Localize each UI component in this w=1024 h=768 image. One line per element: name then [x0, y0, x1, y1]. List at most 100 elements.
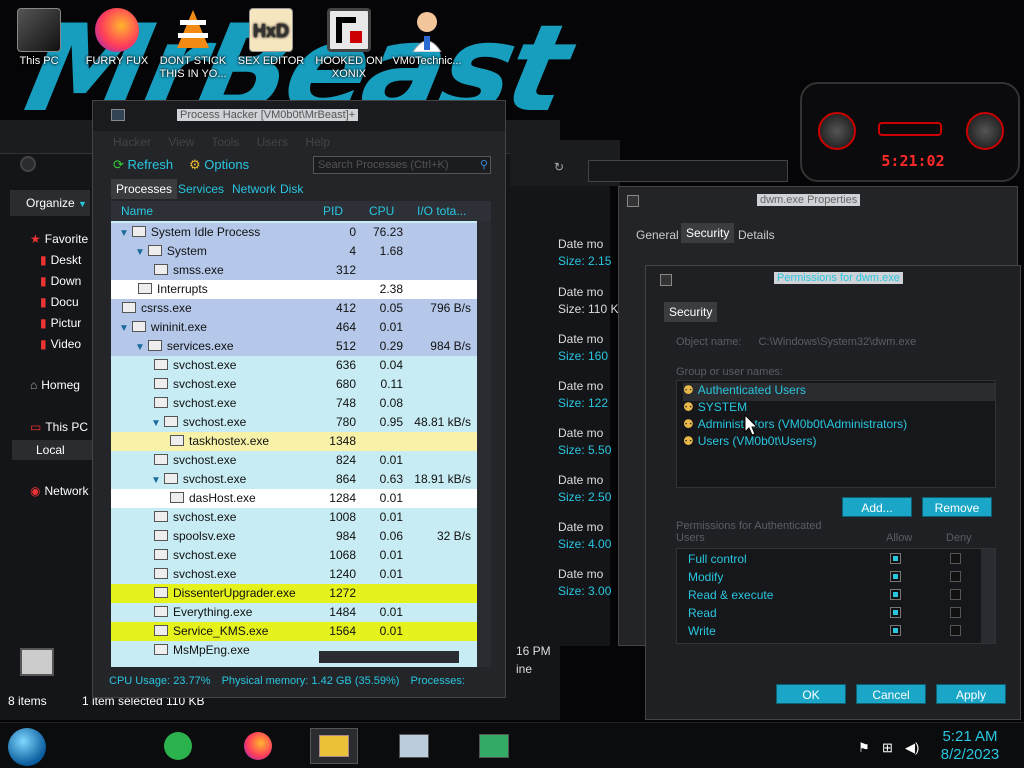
menu-help[interactable]: Help [305, 135, 330, 149]
expand-icon[interactable]: ▼ [119, 224, 129, 243]
tab-security[interactable]: Security [664, 302, 718, 322]
process-row[interactable]: DissenterUpgrader.exe 1272 [111, 584, 477, 603]
user-item[interactable]: ⚉ SYSTEM [683, 400, 747, 414]
user-item[interactable]: ⚉ Administrators (VM0b0t\Administrators) [683, 417, 907, 431]
nav-item-downloads[interactable]: ▮ Down [40, 274, 81, 288]
options-button[interactable]: ⚙ Options [189, 157, 249, 173]
deny-checkbox[interactable] [950, 607, 961, 618]
tab-details[interactable]: Details [733, 225, 780, 245]
tab-processes[interactable]: Processes [111, 179, 178, 199]
desktop-icon-vlc[interactable]: DONT STICK THIS IN YO... [158, 6, 228, 81]
process-row[interactable]: ▼ wininit.exe 464 0.01 [111, 318, 477, 337]
column-pid[interactable]: PID [323, 201, 343, 221]
back-icon[interactable] [20, 156, 36, 172]
remove-button[interactable]: Remove [922, 497, 992, 517]
refresh-icon[interactable]: ↻ [554, 160, 568, 174]
nav-item-local-disk[interactable]: Local [12, 440, 96, 460]
column-name[interactable]: Name [121, 201, 153, 221]
tab-general[interactable]: General [631, 225, 684, 245]
process-row[interactable]: Interrupts 2.38 [111, 280, 477, 299]
allow-checkbox[interactable] [890, 571, 901, 582]
process-row[interactable]: ▼ svchost.exe 780 0.95 48.81 kB/s [111, 413, 477, 432]
desktop-icon-xonix[interactable]: HOOKED ON XONIX [314, 6, 384, 81]
apply-button[interactable]: Apply [936, 684, 1006, 704]
allow-checkbox[interactable] [890, 625, 901, 636]
expand-icon[interactable]: ▼ [151, 471, 161, 490]
tab-disk[interactable]: Disk [275, 179, 308, 199]
process-row[interactable]: csrss.exe 412 0.05 796 B/s [111, 299, 477, 318]
deny-checkbox[interactable] [950, 625, 961, 636]
desktop-icon-hxd[interactable]: HxD SEX EDITOR [236, 6, 306, 68]
tab-security[interactable]: Security [681, 223, 735, 243]
menu-tools[interactable]: Tools [211, 135, 239, 149]
allow-checkbox[interactable] [890, 553, 901, 564]
taskbar-process-hacker[interactable] [390, 728, 438, 764]
add-button[interactable]: Add... [842, 497, 912, 517]
start-button[interactable] [8, 728, 46, 766]
menu-hacker[interactable]: Hacker [113, 135, 151, 149]
process-row[interactable]: smss.exe 312 [111, 261, 477, 280]
desktop-icon-this-pc[interactable]: This PC [4, 6, 74, 68]
process-row[interactable]: taskhostex.exe 1348 [111, 432, 477, 451]
explorer-search-input[interactable] [588, 160, 788, 182]
process-row[interactable]: svchost.exe 1068 0.01 [111, 546, 477, 565]
process-row[interactable]: svchost.exe 680 0.11 [111, 375, 477, 394]
desktop-icon-firefox[interactable]: FURRY FUX [82, 6, 152, 68]
process-pid: 1240 [329, 567, 356, 581]
process-row[interactable]: svchost.exe 1240 0.01 [111, 565, 477, 584]
process-row[interactable]: ▼ System Idle Process 0 76.23 [111, 223, 477, 242]
process-row[interactable]: dasHost.exe 1284 0.01 [111, 489, 477, 508]
allow-checkbox[interactable] [890, 589, 901, 600]
expand-icon[interactable]: ▼ [119, 319, 129, 338]
column-io[interactable]: I/O tota... [417, 201, 466, 221]
nav-item-pictures[interactable]: ▮ Pictur [40, 316, 81, 330]
nav-item-desktop[interactable]: ▮ Deskt [40, 253, 81, 267]
process-row[interactable]: svchost.exe 1008 0.01 [111, 508, 477, 527]
taskbar-firefox[interactable] [238, 730, 278, 762]
nav-item-homegroup[interactable]: ⌂ Homeg [30, 378, 80, 392]
nav-item-documents[interactable]: ▮ Docu [40, 295, 79, 309]
process-row[interactable]: spoolsv.exe 984 0.06 32 B/s [111, 527, 477, 546]
process-row[interactable]: svchost.exe 824 0.01 [111, 451, 477, 470]
expand-icon[interactable]: ▼ [135, 243, 145, 262]
expand-icon[interactable]: ▼ [135, 338, 145, 357]
tab-services[interactable]: Services [173, 179, 229, 199]
cancel-button[interactable]: Cancel [856, 684, 926, 704]
deny-checkbox[interactable] [950, 553, 961, 564]
process-row[interactable]: svchost.exe 748 0.08 [111, 394, 477, 413]
deny-checkbox[interactable] [950, 571, 961, 582]
tab-network[interactable]: Network [227, 179, 281, 199]
permissions-scrollbar[interactable] [981, 549, 995, 643]
expand-icon[interactable]: ▼ [151, 414, 161, 433]
process-row[interactable]: ▼ svchost.exe 864 0.63 18.91 kB/s [111, 470, 477, 489]
desktop-icon-vm0technic[interactable]: VM0Technic... [392, 6, 462, 68]
taskbar-clock[interactable]: 5:21 AM 8/2/2023 [934, 728, 1006, 764]
nav-item-this-pc[interactable]: ▭ This PC [30, 420, 88, 434]
search-processes-input[interactable]: Search Processes (Ctrl+K) ⚲ [313, 156, 491, 174]
nav-item-favorites[interactable]: ★ Favorite [30, 232, 88, 246]
nav-item-network[interactable]: ◉ Network [30, 484, 89, 498]
process-row[interactable]: Service_KMS.exe 1564 0.01 [111, 622, 477, 641]
nav-item-videos[interactable]: ▮ Video [40, 337, 81, 351]
flag-icon[interactable]: ⚑ [858, 740, 870, 756]
process-row[interactable]: ▼ System 4 1.68 [111, 242, 477, 261]
process-list-scrollbar[interactable] [477, 221, 491, 667]
deny-checkbox[interactable] [950, 589, 961, 600]
taskbar-explorer[interactable] [310, 728, 358, 764]
network-icon[interactable]: ⊞ [882, 740, 893, 756]
taskbar-feedly[interactable] [160, 730, 196, 762]
menu-users[interactable]: Users [257, 135, 288, 149]
horizontal-scrollbar[interactable] [319, 651, 459, 663]
refresh-button[interactable]: ⟳ Refresh [113, 157, 173, 173]
volume-icon[interactable]: ◀) [905, 740, 919, 756]
column-cpu[interactable]: CPU [369, 201, 394, 221]
process-row[interactable]: ▼ services.exe 512 0.29 984 B/s [111, 337, 477, 356]
allow-checkbox[interactable] [890, 607, 901, 618]
user-item[interactable]: ⚉ Authenticated Users [683, 383, 995, 401]
process-row[interactable]: svchost.exe 636 0.04 [111, 356, 477, 375]
taskbar-task-manager[interactable] [470, 728, 518, 764]
organize-button[interactable]: Organize ▼ [10, 190, 90, 216]
process-row[interactable]: Everything.exe 1484 0.01 [111, 603, 477, 622]
ok-button[interactable]: OK [776, 684, 846, 704]
menu-view[interactable]: View [168, 135, 194, 149]
